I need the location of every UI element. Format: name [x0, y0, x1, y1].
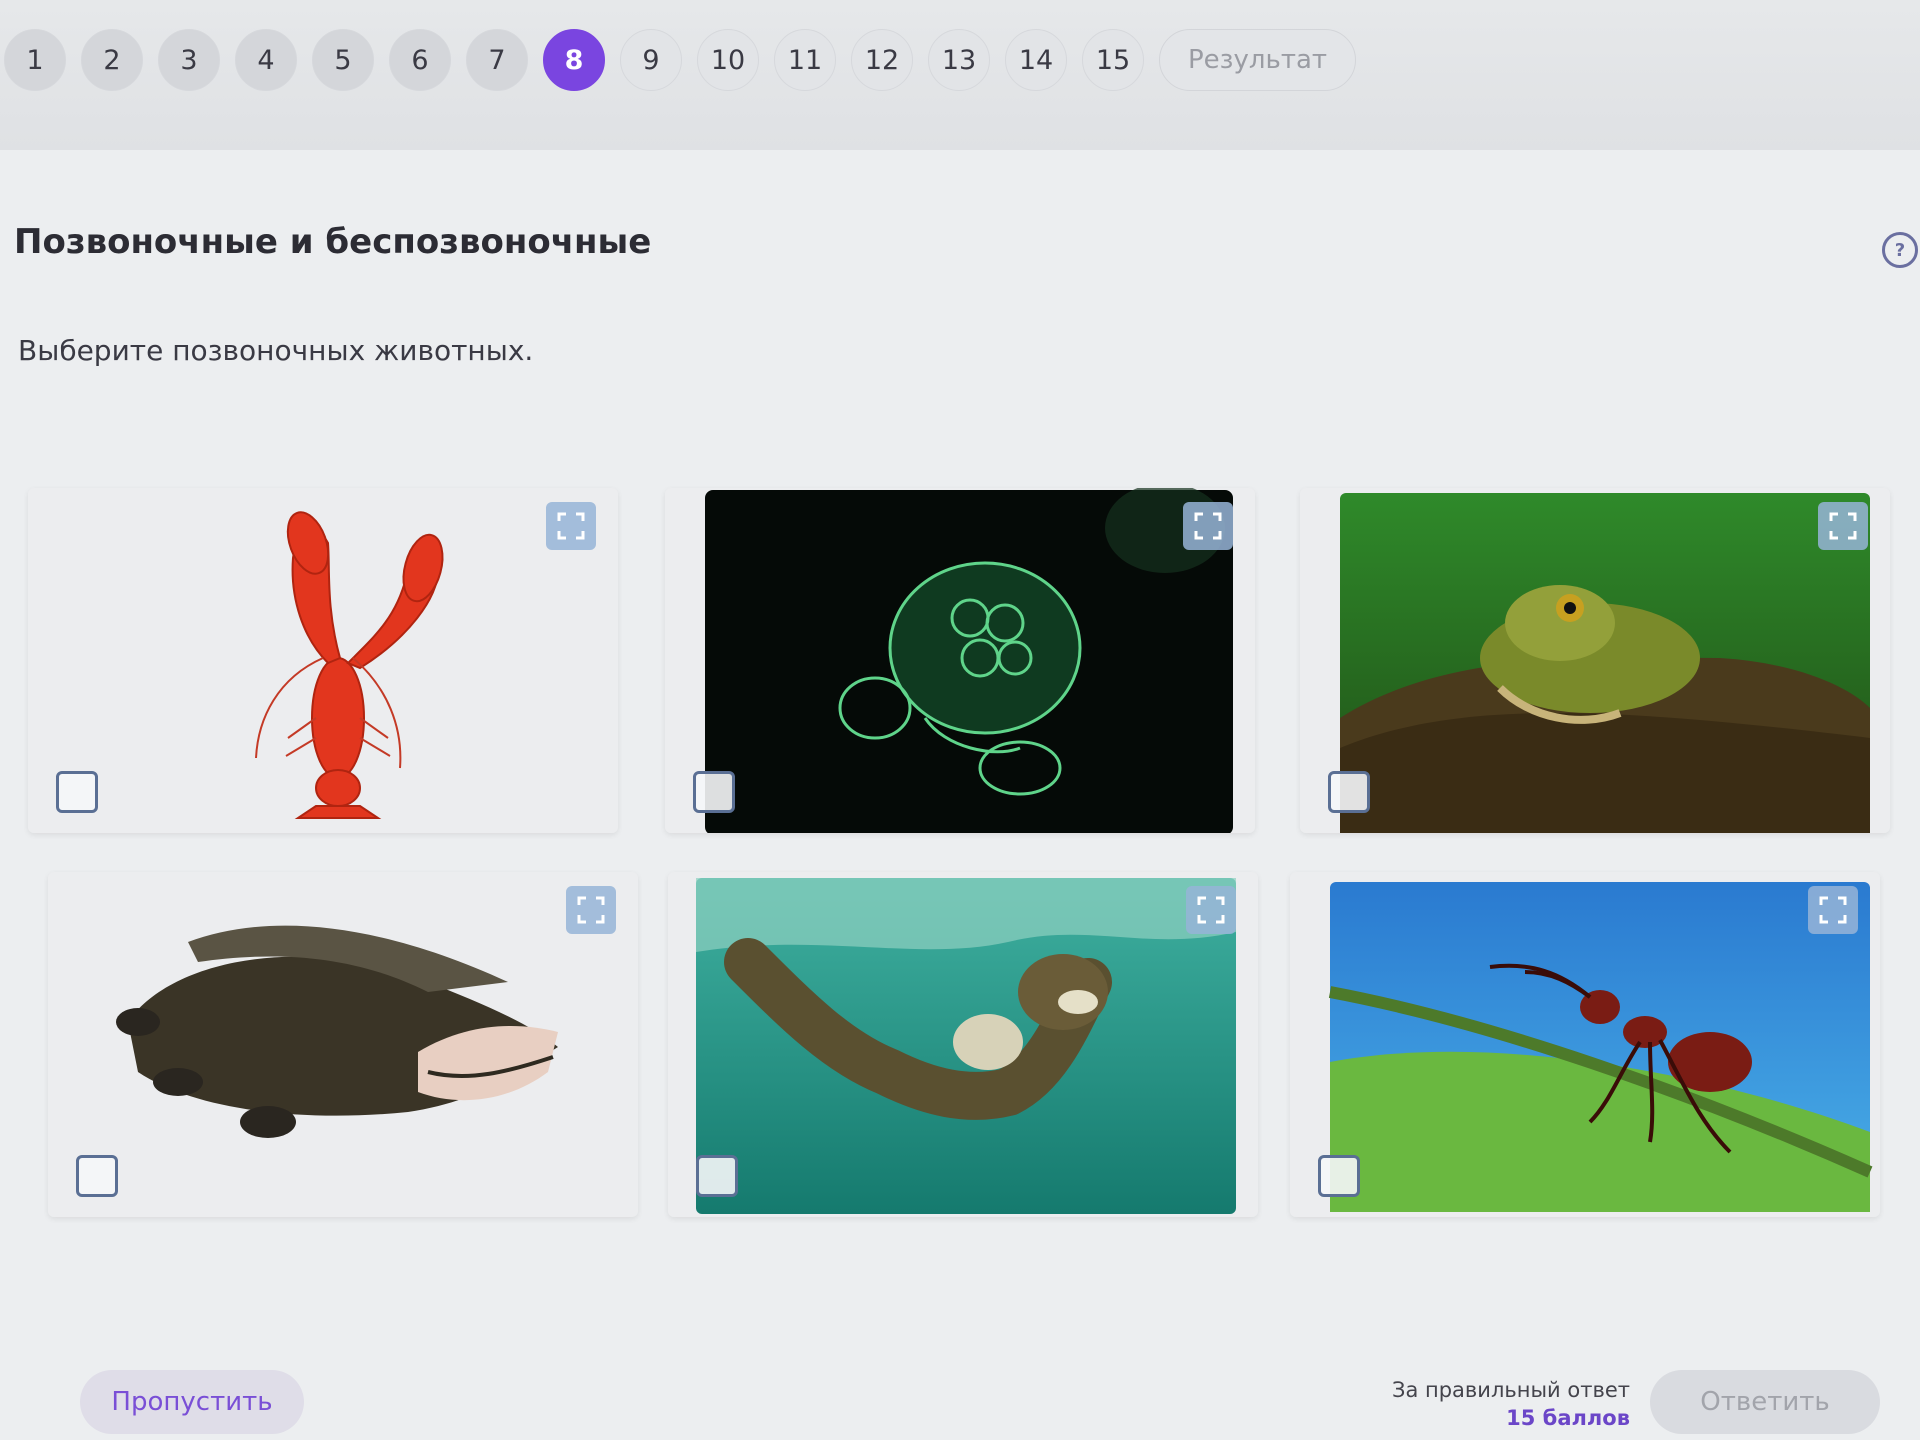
option-checkbox[interactable]: [1328, 771, 1370, 813]
expand-icon[interactable]: [1186, 886, 1236, 934]
page-button-15[interactable]: 15: [1082, 29, 1144, 91]
expand-icon[interactable]: [1183, 502, 1233, 550]
answer-option-lobster[interactable]: [28, 488, 618, 833]
task-instruction: Выберите позвоночных животных.: [18, 334, 534, 367]
otter-image: [668, 872, 1258, 1217]
option-checkbox[interactable]: [693, 771, 735, 813]
answer-option-ant[interactable]: [1290, 872, 1880, 1217]
score-label: За правильный ответ: [1391, 1378, 1630, 1402]
page-button-5[interactable]: 5: [312, 29, 374, 91]
crocodile-image: [48, 872, 638, 1217]
top-bar: 1 2 3 4 5 6 7 8 9 10 11 12 13 14 15 Результат: [0, 0, 1920, 150]
skip-button[interactable]: Пропустить: [80, 1370, 304, 1434]
page-button-7[interactable]: 7: [466, 29, 528, 91]
expand-icon[interactable]: [546, 502, 596, 550]
lobster-image: [28, 488, 618, 833]
jellyfish-image: [665, 488, 1255, 833]
score-points: 15 баллов: [1506, 1406, 1630, 1430]
score-info: За правильный ответ 15 баллов: [1380, 1378, 1630, 1430]
page-button-3[interactable]: 3: [158, 29, 220, 91]
option-checkbox[interactable]: [76, 1155, 118, 1197]
answer-button[interactable]: Ответить: [1650, 1370, 1880, 1434]
page-button-1[interactable]: 1: [4, 29, 66, 91]
expand-icon[interactable]: [1818, 502, 1868, 550]
page-button-2[interactable]: 2: [81, 29, 143, 91]
page-button-12[interactable]: 12: [851, 29, 913, 91]
page-button-14[interactable]: 14: [1005, 29, 1067, 91]
page-button-9[interactable]: 9: [620, 29, 682, 91]
expand-icon[interactable]: [1808, 886, 1858, 934]
answer-option-otter[interactable]: [668, 872, 1258, 1217]
ant-image: [1290, 872, 1880, 1217]
frog-image: [1300, 488, 1890, 833]
answer-option-frog[interactable]: [1300, 488, 1890, 833]
page-button-8[interactable]: 8: [543, 29, 605, 91]
result-button[interactable]: Результат: [1159, 29, 1357, 91]
question-icon[interactable]: ?: [1882, 232, 1918, 268]
page-button-13[interactable]: 13: [928, 29, 990, 91]
answer-option-jellyfish[interactable]: [665, 488, 1255, 833]
answer-option-crocodile[interactable]: [48, 872, 638, 1217]
option-checkbox[interactable]: [696, 1155, 738, 1197]
option-checkbox[interactable]: [56, 771, 98, 813]
expand-icon[interactable]: [566, 886, 616, 934]
page-button-10[interactable]: 10: [697, 29, 759, 91]
page-button-4[interactable]: 4: [235, 29, 297, 91]
question-pager: 1 2 3 4 5 6 7 8 9 10 11 12 13 14 15 Результат: [4, 28, 1357, 92]
task-title: Позвоночные и беспозвоночные: [14, 222, 652, 262]
option-checkbox[interactable]: [1318, 1155, 1360, 1197]
page-button-6[interactable]: 6: [389, 29, 451, 91]
page-button-11[interactable]: 11: [774, 29, 836, 91]
